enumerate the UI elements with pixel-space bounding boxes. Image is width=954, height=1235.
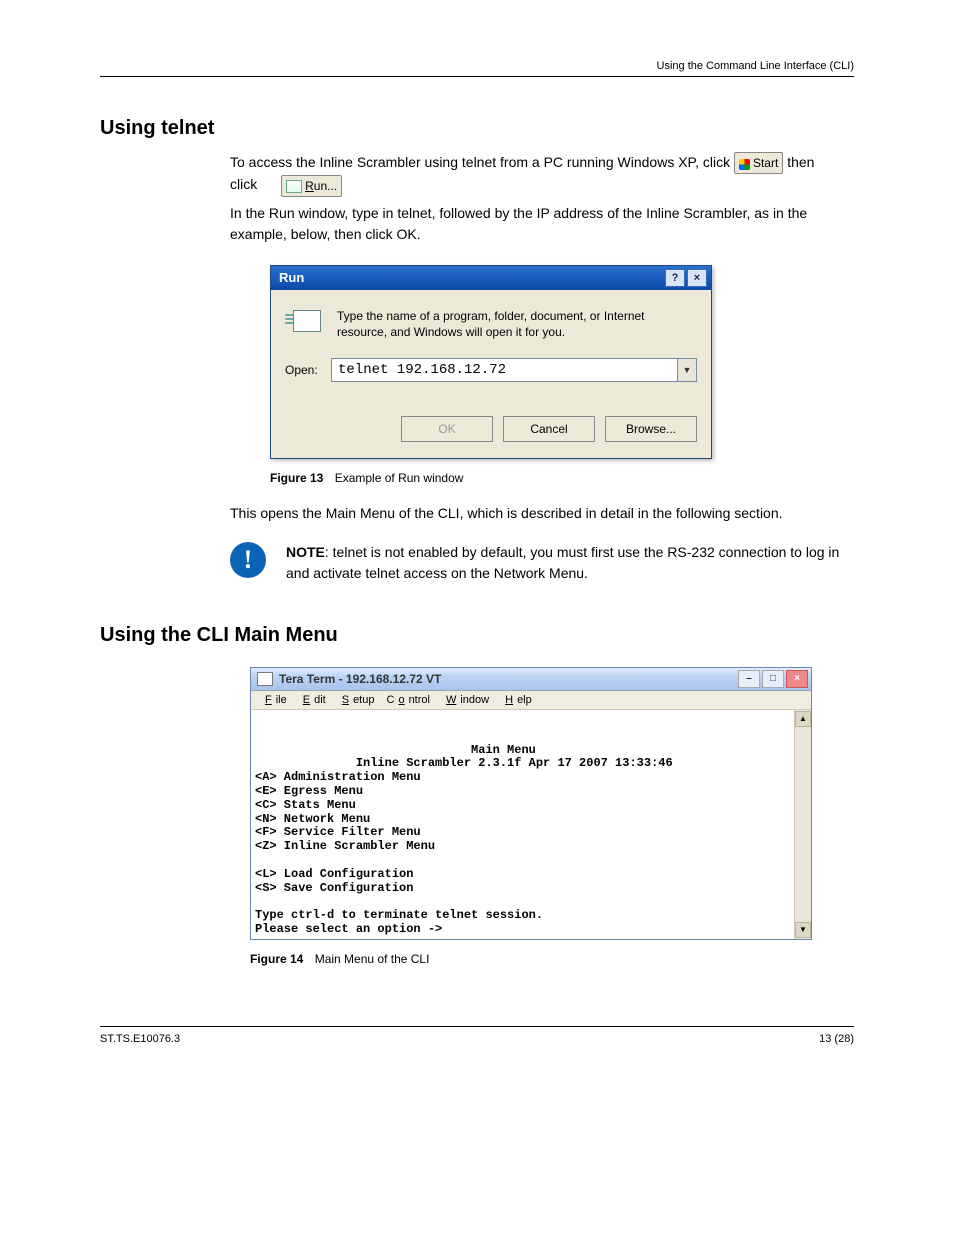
run-titlebar: Run ? × xyxy=(271,266,711,290)
fig-text: Main Menu of the CLI xyxy=(315,952,430,966)
text: To access the Inline Scrambler using tel… xyxy=(230,154,734,170)
close-button[interactable]: × xyxy=(786,670,808,688)
note-body: : telnet is not enabled by default, you … xyxy=(286,544,839,581)
run-menuitem-inline: Run... xyxy=(281,175,342,197)
page-footer: ST.TS.E10076.3 13 (28) xyxy=(100,1026,854,1045)
fig-lead: Figure 13 xyxy=(270,471,323,485)
run-icon xyxy=(286,180,302,193)
menu-help[interactable]: Help xyxy=(497,693,536,707)
section-title-telnet: Using telnet xyxy=(100,117,854,140)
run-title: Run xyxy=(279,270,304,285)
run-description: Type the name of a program, folder, docu… xyxy=(337,308,697,340)
menu-window[interactable]: Window xyxy=(438,693,493,707)
start-label: Start xyxy=(753,156,778,170)
run-dialog: Run ? × Type the name of a program, fold… xyxy=(270,265,712,459)
fig-lead: Figure 14 xyxy=(250,952,303,966)
note-text: NOTE: telnet is not enabled by default, … xyxy=(286,542,854,584)
telnet-para2: In the Run window, type in telnet, follo… xyxy=(230,203,844,245)
tera-term-window: Tera Term - 192.168.12.72 VT – □ × File … xyxy=(250,667,812,940)
section-title-cli-main: Using the CLI Main Menu xyxy=(100,624,854,647)
open-label: Open: xyxy=(285,363,331,377)
maximize-button[interactable]: □ xyxy=(762,670,784,688)
menu-setup[interactable]: Setup xyxy=(334,693,379,707)
footer-page: 13 (28) xyxy=(819,1033,854,1045)
page-header-right: Using the Command Line Interface (CLI) xyxy=(657,60,854,72)
scroll-down-button[interactable]: ▼ xyxy=(795,922,811,938)
note-icon: ! xyxy=(230,542,266,578)
fig-text: Example of Run window xyxy=(335,471,464,485)
note-lead: NOTE xyxy=(286,544,325,560)
figure-14-caption: Figure 14 Main Menu of the CLI xyxy=(250,952,854,966)
menu-control[interactable]: Control xyxy=(382,693,433,707)
browse-button[interactable]: Browse... xyxy=(605,416,697,442)
tera-term-title: Tera Term - 192.168.12.72 VT xyxy=(279,672,441,686)
minimize-button[interactable]: – xyxy=(738,670,760,688)
footer-doc-id: ST.TS.E10076.3 xyxy=(100,1033,819,1045)
menu-edit[interactable]: Edit xyxy=(295,693,330,707)
scroll-up-button[interactable]: ▲ xyxy=(795,711,811,727)
figure-13-caption: Figure 13 Example of Run window xyxy=(270,471,854,485)
run-dialog-icon xyxy=(285,308,323,336)
run-label: Run... xyxy=(305,179,337,193)
dropdown-button[interactable]: ▼ xyxy=(677,359,696,381)
start-button-inline: Start xyxy=(734,152,783,174)
header-rule xyxy=(100,76,854,77)
menu-file[interactable]: File xyxy=(257,693,291,707)
tera-term-menubar: File Edit Setup Control Window Help xyxy=(251,691,811,710)
after-fig1-text: This opens the Main Menu of the CLI, whi… xyxy=(230,503,844,524)
scrollbar[interactable]: ▲ ▼ xyxy=(794,710,811,939)
open-input[interactable] xyxy=(332,359,677,381)
terminal-output[interactable]: Main Menu Inline Scrambler 2.3.1f Apr 17… xyxy=(251,710,794,939)
windows-flag-icon xyxy=(739,159,750,170)
cancel-button[interactable]: Cancel xyxy=(503,416,595,442)
telnet-para1: To access the Inline Scrambler using tel… xyxy=(230,152,844,245)
ok-button[interactable]: OK xyxy=(401,416,493,442)
tera-term-titlebar: Tera Term - 192.168.12.72 VT – □ × xyxy=(251,668,811,691)
tera-term-app-icon xyxy=(257,672,273,686)
close-button[interactable]: × xyxy=(687,269,707,287)
open-combobox[interactable]: ▼ xyxy=(331,358,697,382)
help-button[interactable]: ? xyxy=(665,269,685,287)
